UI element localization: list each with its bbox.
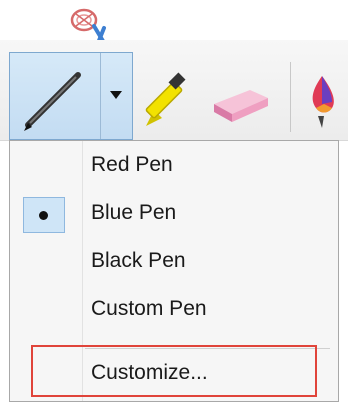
pen-button[interactable] <box>10 53 100 139</box>
menu-item-label: Red Pen <box>91 153 173 176</box>
toolbar-separator <box>290 62 291 132</box>
menu-item-red-pen[interactable]: Red Pen <box>10 143 338 191</box>
highlighter-icon <box>145 72 186 126</box>
menu-check-indicator <box>23 197 65 233</box>
radio-bullet-icon <box>39 211 48 220</box>
color-drop-icon <box>312 76 334 128</box>
eraser-button[interactable] <box>206 60 276 136</box>
pen-split-button[interactable] <box>9 52 133 140</box>
pen-icon <box>24 72 81 131</box>
menu-item-label: Blue Pen <box>91 201 177 224</box>
highlight-annotation <box>31 345 317 397</box>
pen-dropdown-menu: Red Pen Blue Pen Black Pen Custom Pen Cu… <box>9 140 339 402</box>
eraser-icon <box>214 90 268 122</box>
menu-item-label: Custom Pen <box>91 297 207 320</box>
highlighter-button[interactable] <box>136 60 206 136</box>
chevron-down-icon <box>110 91 122 99</box>
menu-item-blue-pen[interactable]: Blue Pen <box>10 191 338 239</box>
menu-item-label: Black Pen <box>91 249 186 272</box>
menu-item-custom-pen[interactable]: Custom Pen <box>10 287 338 335</box>
color-button[interactable] <box>296 60 348 136</box>
snipping-tool-window: Red Pen Blue Pen Black Pen Custom Pen Cu… <box>0 0 348 407</box>
menu-item-black-pen[interactable]: Black Pen <box>10 239 338 287</box>
pen-dropdown-arrow[interactable] <box>101 53 132 139</box>
